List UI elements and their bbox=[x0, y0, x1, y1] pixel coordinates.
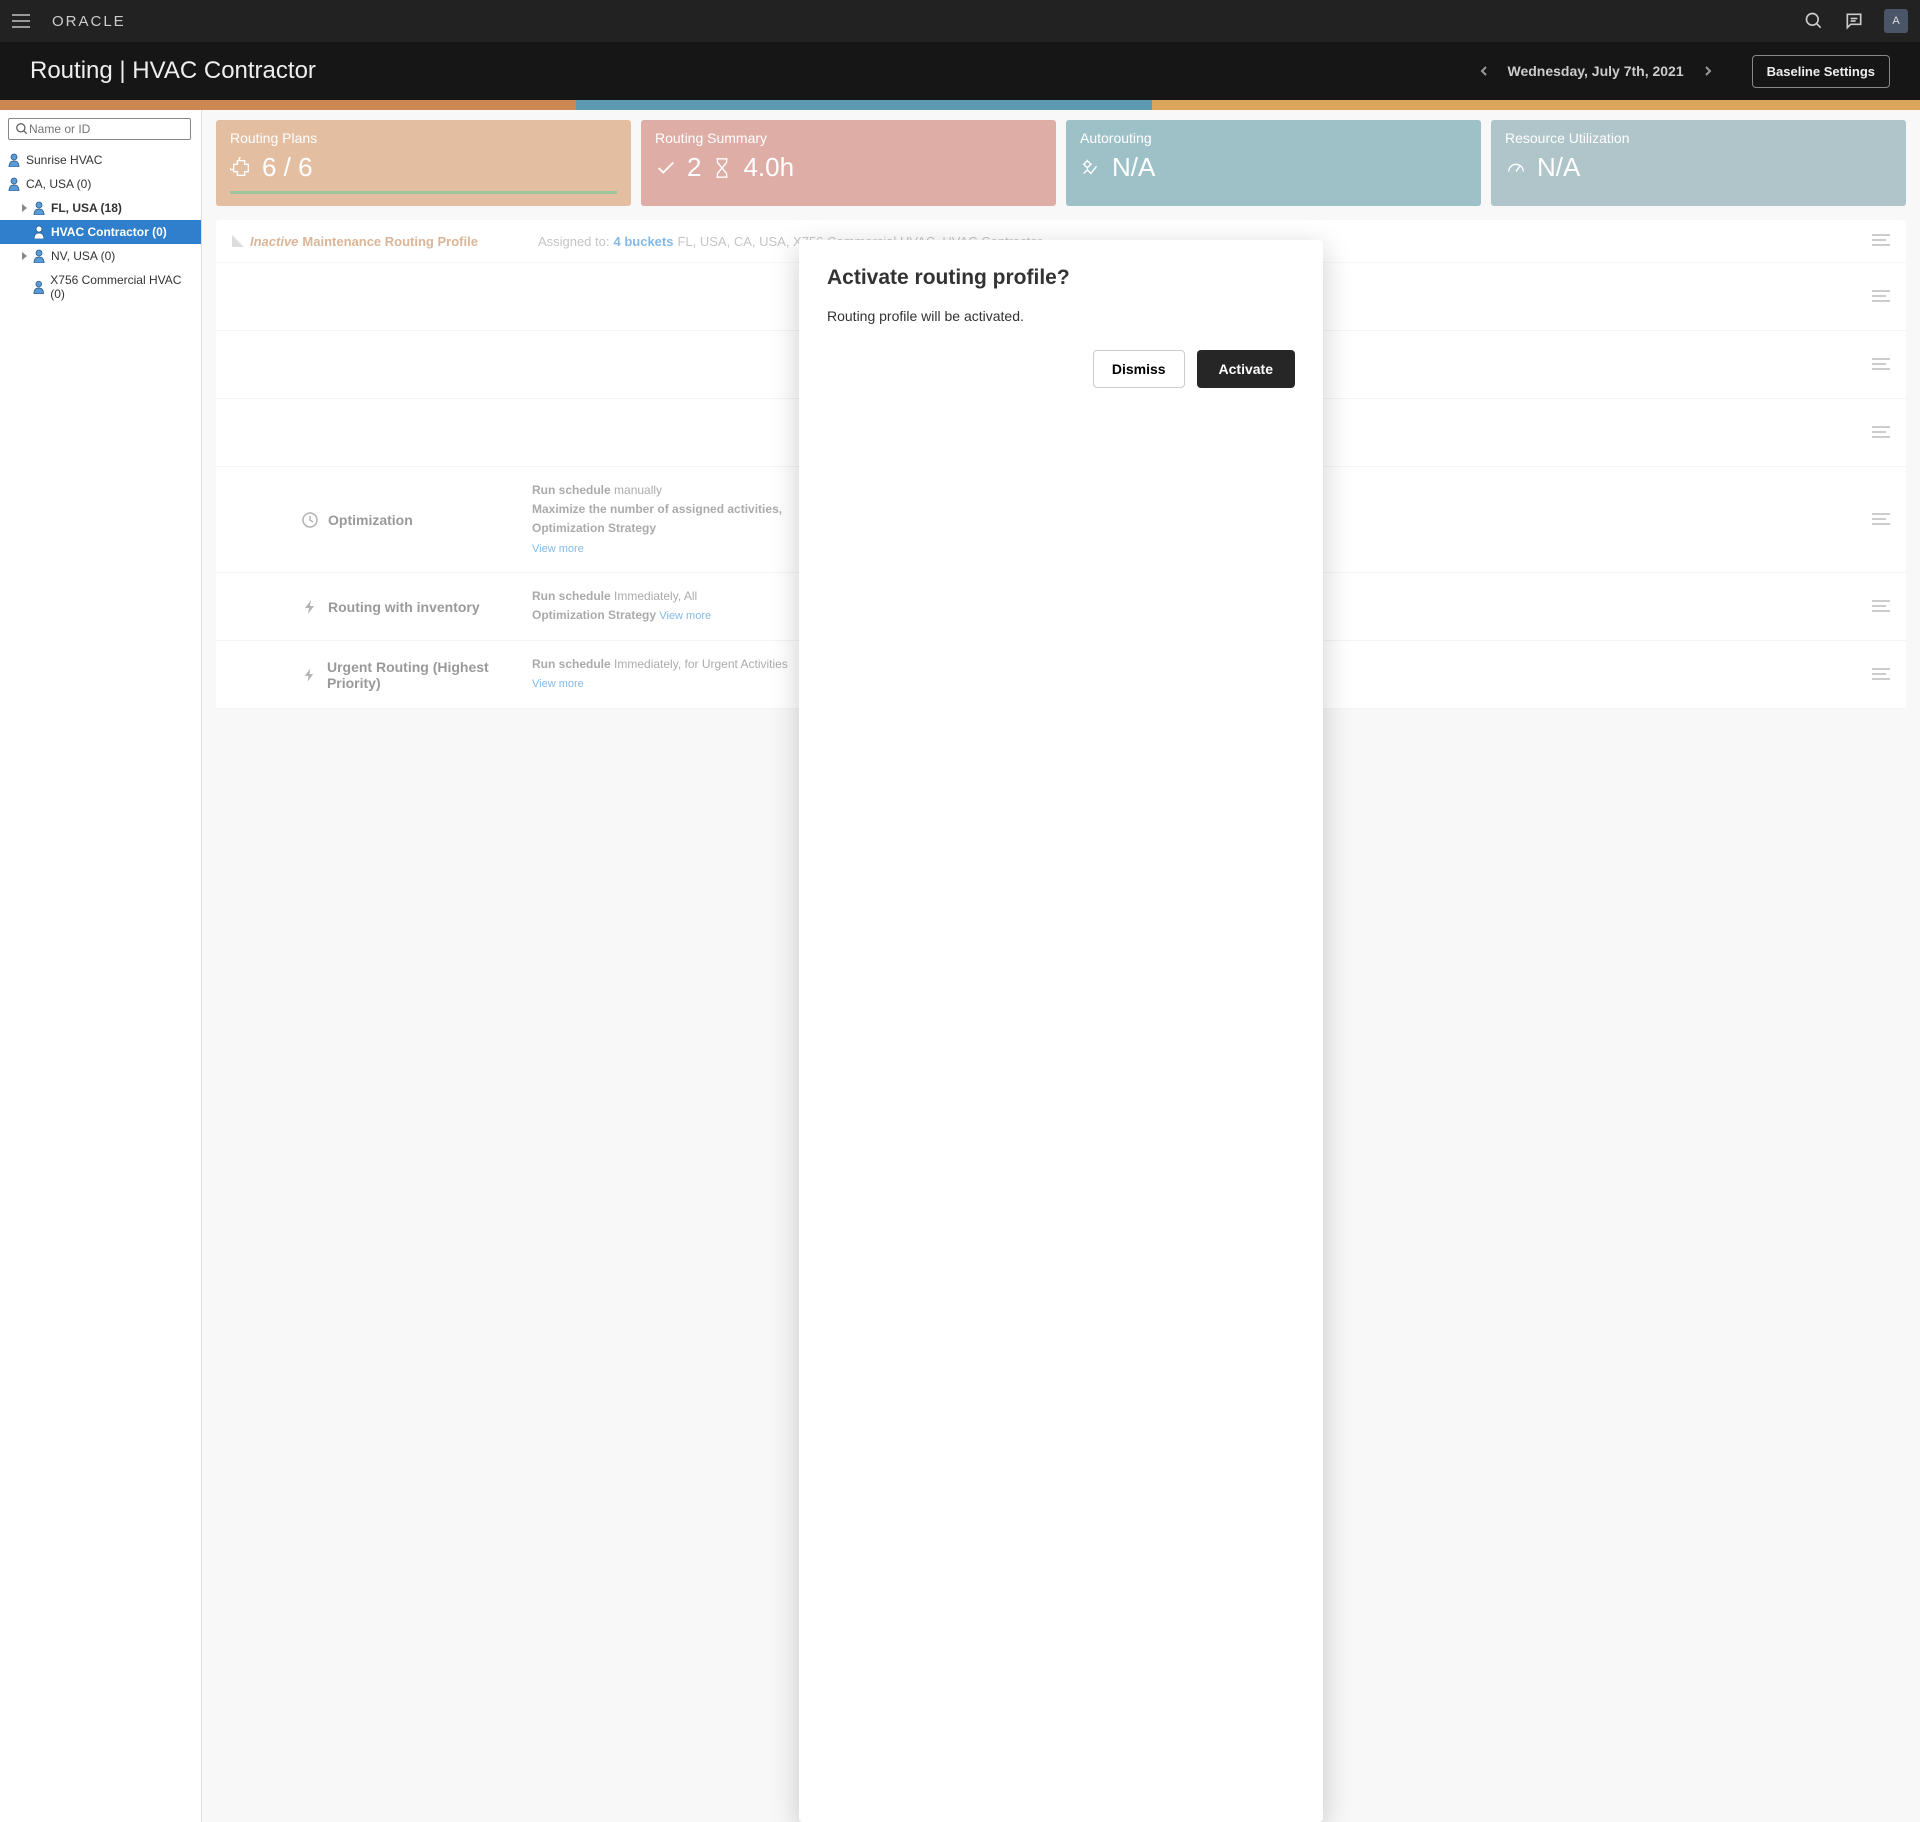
tile-title: Routing Summary bbox=[655, 130, 1042, 146]
tree-item-label: X756 Commercial HVAC (0) bbox=[50, 273, 193, 301]
tile-value-1: 2 bbox=[687, 152, 701, 183]
routing-plan-name: Optimization bbox=[328, 512, 413, 528]
dismiss-button[interactable]: Dismiss bbox=[1093, 350, 1185, 388]
avatar[interactable]: A bbox=[1884, 9, 1908, 33]
tile-autorouting[interactable]: Autorouting N/A bbox=[1066, 120, 1481, 206]
search-box[interactable] bbox=[8, 118, 191, 140]
chevron-right-icon[interactable] bbox=[1702, 65, 1714, 77]
tile-resource-utilization[interactable]: Resource Utilization N/A bbox=[1491, 120, 1906, 206]
expand-arrow-icon[interactable] bbox=[22, 204, 27, 212]
person-icon bbox=[33, 201, 45, 215]
dialog-title: Activate routing profile? bbox=[827, 266, 1295, 290]
puzzle-icon bbox=[230, 157, 252, 179]
row-menu-icon[interactable] bbox=[1872, 511, 1890, 529]
expand-arrow-icon[interactable] bbox=[22, 252, 27, 260]
oracle-logo: ORACLE bbox=[52, 13, 126, 30]
profile-status: Inactive bbox=[250, 234, 298, 249]
tile-value: 6 / 6 bbox=[262, 152, 313, 183]
lightning-icon bbox=[302, 667, 317, 683]
page-title: Routing | HVAC Contractor bbox=[30, 57, 316, 85]
routing-plan-name: Urgent Routing (Highest Priority) bbox=[327, 659, 532, 691]
hourglass-icon bbox=[711, 157, 733, 179]
view-more-link[interactable]: View more bbox=[659, 610, 711, 622]
person-icon bbox=[33, 225, 45, 239]
view-more-link[interactable]: View more bbox=[532, 543, 584, 555]
person-icon bbox=[8, 153, 20, 167]
search-icon[interactable] bbox=[1804, 11, 1824, 31]
tile-title: Autorouting bbox=[1080, 130, 1467, 146]
tile-value: N/A bbox=[1112, 152, 1155, 183]
gear-trend-icon bbox=[1080, 157, 1102, 179]
tree-item-label: NV, USA (0) bbox=[51, 249, 115, 263]
decorative-strip bbox=[0, 100, 1920, 110]
tile-value: N/A bbox=[1537, 152, 1580, 183]
content-area: Routing Plans 6 / 6 Routing Summary 2 4.… bbox=[202, 110, 1920, 1822]
view-more-link[interactable]: View more bbox=[532, 678, 584, 690]
tile-title: Routing Plans bbox=[230, 130, 617, 146]
activate-button[interactable]: Activate bbox=[1197, 350, 1295, 388]
tree-item-label: Sunrise HVAC bbox=[26, 153, 102, 167]
tile-value-2: 4.0h bbox=[743, 152, 794, 183]
chevron-left-icon[interactable] bbox=[1478, 65, 1490, 77]
tile-routing-summary[interactable]: Routing Summary 2 4.0h bbox=[641, 120, 1056, 206]
gauge-icon bbox=[1505, 157, 1527, 179]
tree-item[interactable]: CA, USA (0) bbox=[0, 172, 201, 196]
row-menu-icon[interactable] bbox=[1872, 356, 1890, 374]
row-menu-icon[interactable] bbox=[1872, 598, 1890, 616]
row-menu-icon[interactable] bbox=[1872, 424, 1890, 442]
tree-item[interactable]: X756 Commercial HVAC (0) bbox=[0, 268, 201, 306]
lightning-icon bbox=[302, 599, 318, 615]
tree-item-label: HVAC Contractor (0) bbox=[51, 225, 167, 239]
activate-dialog: Activate routing profile? Routing profil… bbox=[799, 240, 1323, 1822]
profile-name[interactable]: Maintenance Routing Profile bbox=[302, 234, 478, 249]
person-icon bbox=[33, 280, 44, 294]
dialog-body: Routing profile will be activated. bbox=[827, 308, 1295, 324]
tree-item[interactable]: FL, USA (18) bbox=[0, 196, 201, 220]
row-menu-icon[interactable] bbox=[1872, 288, 1890, 306]
tile-routing-plans[interactable]: Routing Plans 6 / 6 bbox=[216, 120, 631, 206]
baseline-settings-button[interactable]: Baseline Settings bbox=[1752, 55, 1890, 88]
optimization-icon bbox=[302, 512, 318, 528]
assigned-label: Assigned to: bbox=[538, 234, 610, 249]
person-icon bbox=[8, 177, 20, 191]
tree-item[interactable]: Sunrise HVAC bbox=[0, 148, 201, 172]
tree-item[interactable]: HVAC Contractor (0) bbox=[0, 220, 201, 244]
tree-item-label: FL, USA (18) bbox=[51, 201, 122, 215]
search-icon bbox=[15, 122, 29, 136]
tree-item-label: CA, USA (0) bbox=[26, 177, 91, 191]
triangle-icon bbox=[232, 235, 244, 247]
row-menu-icon[interactable] bbox=[1872, 232, 1890, 250]
person-icon bbox=[33, 249, 45, 263]
chat-icon[interactable] bbox=[1844, 11, 1864, 31]
date-display: Wednesday, July 7th, 2021 bbox=[1508, 63, 1684, 79]
check-icon bbox=[655, 157, 677, 179]
tile-title: Resource Utilization bbox=[1505, 130, 1892, 146]
sidebar: ✕ Sunrise HVACCA, USA (0)FL, USA (18)HVA… bbox=[0, 110, 202, 1822]
tree-item[interactable]: NV, USA (0) bbox=[0, 244, 201, 268]
routing-plan-name: Routing with inventory bbox=[328, 599, 480, 615]
buckets-link[interactable]: 4 buckets bbox=[613, 234, 673, 249]
row-menu-icon[interactable] bbox=[1872, 666, 1890, 684]
menu-icon[interactable] bbox=[12, 7, 40, 35]
app-header: ORACLE A bbox=[0, 0, 1920, 42]
search-input[interactable] bbox=[29, 122, 184, 136]
sub-header: Routing | HVAC Contractor Wednesday, Jul… bbox=[0, 42, 1920, 100]
